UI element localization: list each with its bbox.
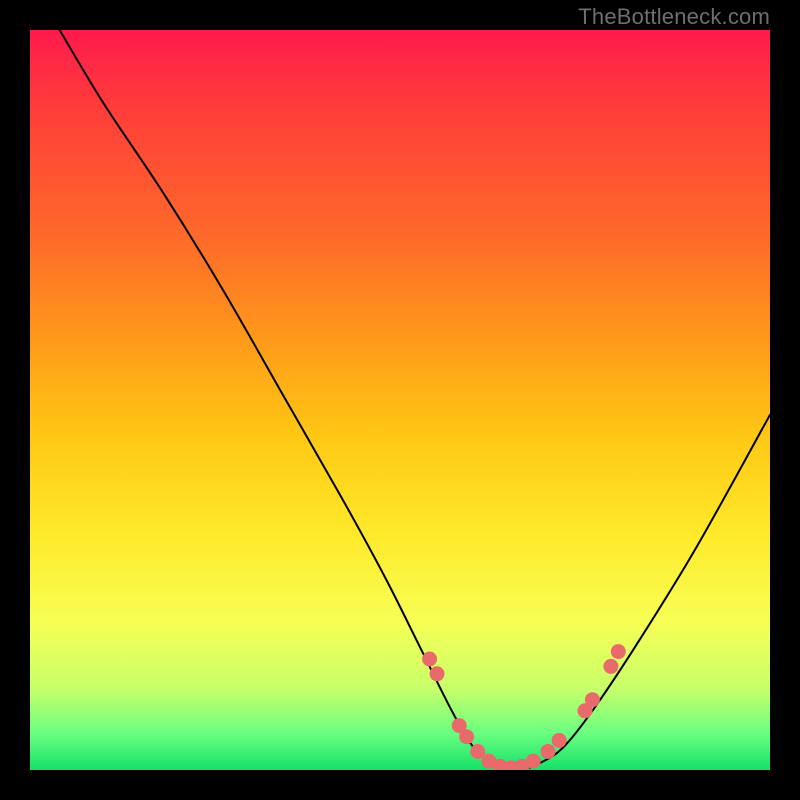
plot-area	[30, 30, 770, 770]
chart-frame: TheBottleneck.com	[0, 0, 800, 800]
highlight-point	[422, 652, 437, 667]
highlight-point	[430, 666, 445, 681]
watermark-text: TheBottleneck.com	[578, 4, 770, 30]
highlight-point	[603, 659, 618, 674]
bottleneck-curve	[60, 30, 770, 770]
highlight-point	[552, 733, 567, 748]
highlight-point	[459, 729, 474, 744]
highlight-point	[541, 744, 556, 759]
highlight-point	[585, 692, 600, 707]
highlight-point	[611, 644, 626, 659]
highlight-point	[526, 754, 541, 769]
chart-svg	[30, 30, 770, 770]
